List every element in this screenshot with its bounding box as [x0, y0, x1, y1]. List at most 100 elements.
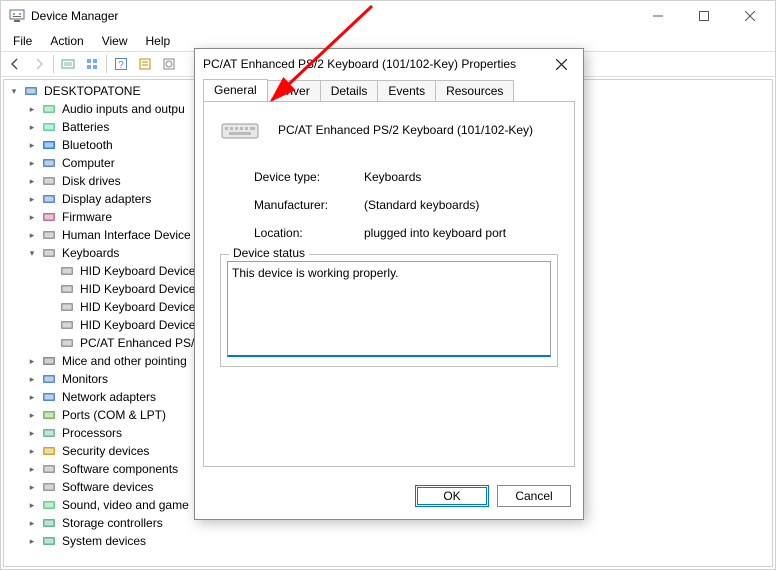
tree-label: Processors: [60, 426, 124, 440]
device-status-legend: Device status: [229, 246, 309, 260]
toolbar-icon-3[interactable]: ?: [109, 53, 133, 75]
label-manufacturer: Manufacturer:: [254, 198, 364, 212]
monitor-icon: [41, 371, 57, 387]
device-status-text[interactable]: [227, 261, 551, 357]
expand-icon[interactable]: [44, 337, 56, 349]
label-device-type: Device type:: [254, 170, 364, 184]
toolbar-icon-2[interactable]: [80, 53, 104, 75]
tab-general[interactable]: General: [203, 79, 268, 101]
forward-button[interactable]: [27, 53, 51, 75]
pc-icon: [23, 83, 39, 99]
expand-icon[interactable]: ▾: [8, 85, 20, 97]
expand-icon[interactable]: ▸: [26, 355, 38, 367]
toolbar-icon-1[interactable]: [56, 53, 80, 75]
expand-icon[interactable]: ▸: [26, 535, 38, 547]
tree-label: Computer: [60, 156, 117, 170]
tree-label: Audio inputs and outpu: [60, 102, 187, 116]
expand-icon[interactable]: ▸: [26, 481, 38, 493]
computer-icon: [41, 155, 57, 171]
expand-icon[interactable]: ▸: [26, 175, 38, 187]
expand-icon[interactable]: ▸: [26, 157, 38, 169]
tree-label: Batteries: [60, 120, 111, 134]
maximize-button[interactable]: [681, 1, 727, 31]
tab-driver[interactable]: Driver: [267, 80, 321, 101]
expand-icon[interactable]: [44, 301, 56, 313]
window-title: Device Manager: [31, 9, 635, 23]
dialog-close-button[interactable]: [547, 50, 575, 78]
minimize-button[interactable]: [635, 1, 681, 31]
expand-icon[interactable]: ▸: [26, 211, 38, 223]
dialog-title: PC/AT Enhanced PS/2 Keyboard (101/102-Ke…: [203, 57, 547, 71]
ok-button[interactable]: OK: [415, 485, 489, 507]
tab-resources[interactable]: Resources: [435, 80, 514, 101]
tree-label: Keyboards: [60, 246, 121, 260]
keyboard-icon: [59, 317, 75, 333]
close-button[interactable]: [727, 1, 773, 31]
keyboard-icon: [59, 263, 75, 279]
menu-file[interactable]: File: [5, 33, 40, 49]
tab-strip: General Driver Details Events Resources: [195, 79, 583, 101]
network-icon: [41, 389, 57, 405]
hid-icon: [41, 227, 57, 243]
system-icon: [41, 533, 57, 549]
tree-label: DESKTOPATONE: [42, 84, 142, 98]
tree-label: Software devices: [60, 480, 155, 494]
keyboard-icon: [59, 281, 75, 297]
expand-icon[interactable]: ▸: [26, 373, 38, 385]
expand-icon[interactable]: ▸: [26, 121, 38, 133]
toolbar-icon-4[interactable]: [133, 53, 157, 75]
toolbar-icon-5[interactable]: [157, 53, 181, 75]
menu-help[interactable]: Help: [138, 33, 179, 49]
tree-label: Ports (COM & LPT): [60, 408, 168, 422]
tree-label: Human Interface Device: [60, 228, 193, 242]
value-manufacturer: (Standard keyboards): [364, 198, 479, 212]
device-status-group: Device status: [220, 254, 558, 367]
audio-icon: [41, 101, 57, 117]
expand-icon[interactable]: ▸: [26, 517, 38, 529]
tree-label: HID Keyboard Device: [78, 282, 197, 296]
expand-icon[interactable]: ▸: [26, 409, 38, 421]
display-icon: [41, 191, 57, 207]
bluetooth-icon: [41, 137, 57, 153]
port-icon: [41, 407, 57, 423]
tree-label: PC/AT Enhanced PS/: [78, 336, 196, 350]
expand-icon[interactable]: ▸: [26, 103, 38, 115]
expand-icon[interactable]: [44, 319, 56, 331]
tree-label: HID Keyboard Device: [78, 264, 197, 278]
menu-view[interactable]: View: [94, 33, 136, 49]
expand-icon[interactable]: ▸: [26, 445, 38, 457]
tree-label: Bluetooth: [60, 138, 115, 152]
expand-icon[interactable]: ▸: [26, 229, 38, 241]
disk-icon: [41, 173, 57, 189]
mouse-icon: [41, 353, 57, 369]
expand-icon[interactable]: ▸: [26, 463, 38, 475]
softdev-icon: [41, 479, 57, 495]
tab-events[interactable]: Events: [377, 80, 436, 101]
svg-text:?: ?: [118, 60, 124, 71]
expand-icon[interactable]: ▾: [26, 247, 38, 259]
tree-node-system[interactable]: ▸System devices: [26, 532, 770, 550]
menu-action[interactable]: Action: [42, 33, 91, 49]
back-button[interactable]: [3, 53, 27, 75]
expand-icon[interactable]: [44, 283, 56, 295]
battery-icon: [41, 119, 57, 135]
security-icon: [41, 443, 57, 459]
expand-icon[interactable]: ▸: [26, 139, 38, 151]
tree-label: Display adapters: [60, 192, 153, 206]
expand-icon[interactable]: [44, 265, 56, 277]
keyboard-icon: [59, 335, 75, 351]
tree-label: Security devices: [60, 444, 151, 458]
tree-label: Mice and other pointing: [60, 354, 189, 368]
app-icon: [9, 8, 25, 24]
tab-panel-general: PC/AT Enhanced PS/2 Keyboard (101/102-Ke…: [203, 101, 575, 467]
tab-details[interactable]: Details: [320, 80, 379, 101]
cancel-button[interactable]: Cancel: [497, 485, 571, 507]
expand-icon[interactable]: ▸: [26, 499, 38, 511]
sound-icon: [41, 497, 57, 513]
device-name: PC/AT Enhanced PS/2 Keyboard (101/102-Ke…: [278, 123, 533, 137]
expand-icon[interactable]: ▸: [26, 427, 38, 439]
expand-icon[interactable]: ▸: [26, 193, 38, 205]
tree-label: HID Keyboard Device: [78, 318, 197, 332]
expand-icon[interactable]: ▸: [26, 391, 38, 403]
cpu-icon: [41, 425, 57, 441]
